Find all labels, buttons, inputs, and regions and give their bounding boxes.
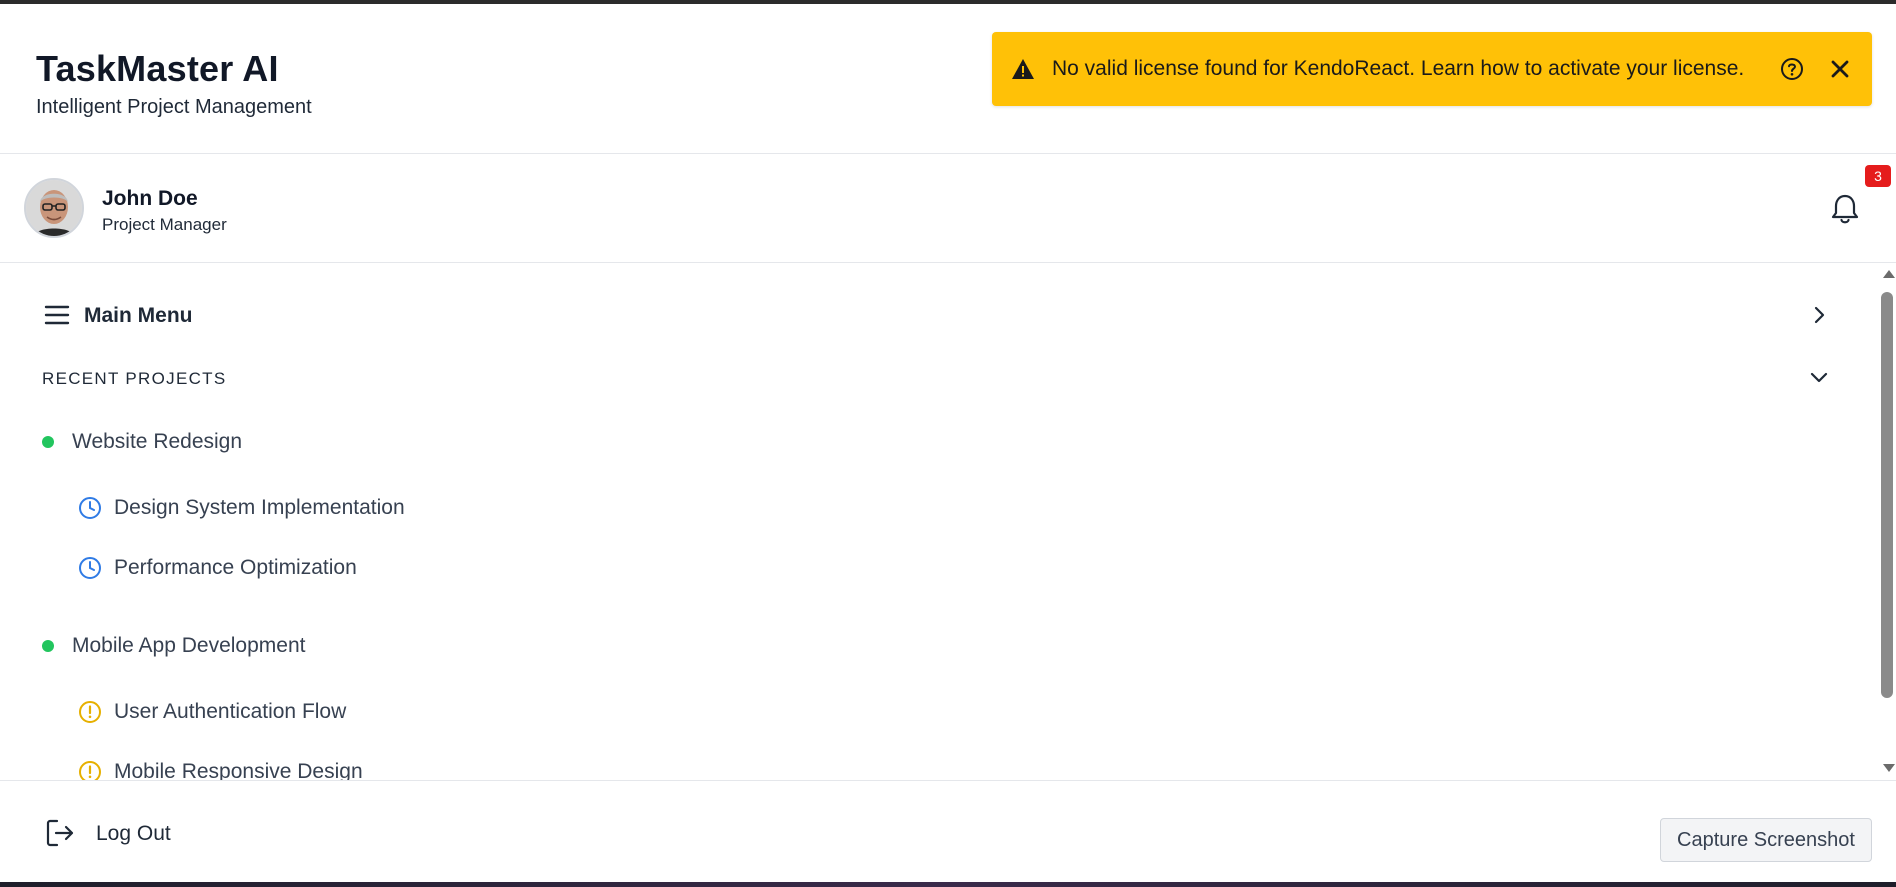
main-menu-item[interactable]: Main Menu <box>0 264 1878 368</box>
alert-circle-icon <box>78 760 102 780</box>
user-profile-bar: John Doe Project Manager 3 <box>0 155 1896 263</box>
scroll-up-arrow-icon[interactable] <box>1883 270 1895 278</box>
notification-badge[interactable]: 3 <box>1865 165 1891 187</box>
main-menu-label: Main Menu <box>84 304 193 327</box>
close-icon[interactable] <box>1826 55 1854 83</box>
help-circle-icon[interactable] <box>1778 55 1806 83</box>
project-item-website-redesign[interactable]: Website Redesign <box>0 422 1878 462</box>
navigation-panel: Main Menu RECENT PROJECTS Website Redesi… <box>0 264 1878 780</box>
scroll-thumb[interactable] <box>1881 292 1893 698</box>
window-bottom-edge <box>0 882 1896 887</box>
logout-button[interactable]: Log Out <box>44 817 171 851</box>
app-header: TaskMaster AI Intelligent Project Manage… <box>0 4 1896 154</box>
project-name: Mobile App Development <box>72 634 306 657</box>
project-item-mobile-app[interactable]: Mobile App Development <box>0 626 1878 666</box>
chevron-right-icon[interactable] <box>1808 304 1830 326</box>
task-item-performance[interactable]: Performance Optimization <box>0 548 1878 588</box>
recent-projects-heading: RECENT PROJECTS <box>42 369 227 388</box>
avatar[interactable] <box>24 178 84 238</box>
status-dot-icon <box>42 640 54 652</box>
warning-icon <box>1010 56 1036 82</box>
license-message[interactable]: No valid license found for KendoReact. L… <box>1052 57 1758 81</box>
logout-label: Log Out <box>96 822 171 845</box>
task-item-mobile-responsive[interactable]: Mobile Responsive Design <box>0 752 1878 780</box>
alert-circle-icon <box>78 700 102 724</box>
license-warning-banner: No valid license found for KendoReact. L… <box>992 32 1872 106</box>
logout-icon <box>44 817 78 851</box>
task-name: Design System Implementation <box>114 496 405 519</box>
app-title: TaskMaster AI <box>36 48 279 89</box>
bell-icon[interactable] <box>1830 193 1862 227</box>
task-name: Mobile Responsive Design <box>114 760 363 780</box>
scroll-down-arrow-icon[interactable] <box>1883 764 1895 772</box>
user-name: John Doe <box>102 187 198 210</box>
hamburger-menu-icon <box>44 304 70 326</box>
task-item-user-auth[interactable]: User Authentication Flow <box>0 692 1878 732</box>
sidebar-footer: Log Out Capture Screenshot <box>0 780 1896 882</box>
task-name: Performance Optimization <box>114 556 357 579</box>
project-name: Website Redesign <box>72 430 243 453</box>
clock-icon <box>78 496 102 520</box>
vertical-scrollbar[interactable] <box>1878 266 1896 778</box>
task-item-design-system[interactable]: Design System Implementation <box>0 488 1878 528</box>
chevron-down-icon[interactable] <box>1808 366 1830 388</box>
capture-screenshot-button[interactable]: Capture Screenshot <box>1660 818 1872 862</box>
task-name: User Authentication Flow <box>114 700 347 723</box>
app-subtitle: Intelligent Project Management <box>36 96 312 118</box>
clock-icon <box>78 556 102 580</box>
user-role: Project Manager <box>102 215 227 234</box>
status-dot-icon <box>42 436 54 448</box>
